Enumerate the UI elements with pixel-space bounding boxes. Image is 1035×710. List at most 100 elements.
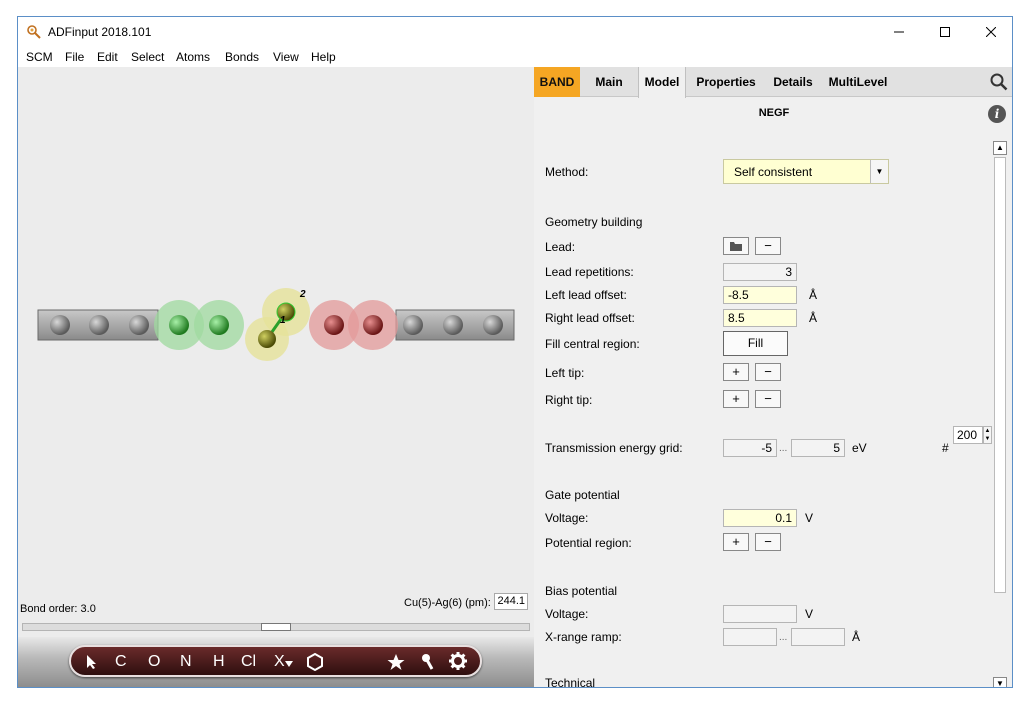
scrollbar-thumb[interactable] [994, 157, 1006, 593]
atom-label-2: 2 [299, 289, 306, 300]
menu-scm[interactable]: SCM [26, 50, 53, 64]
lead-label: Lead: [545, 240, 576, 254]
scroll-up-icon[interactable]: ▲ [993, 141, 1007, 155]
menu-view[interactable]: View [273, 50, 299, 64]
geometry-heading: Geometry building [545, 215, 643, 229]
menu-bonds[interactable]: Bonds [225, 50, 259, 64]
distance-label: Cu(5)-Ag(6) (pm): [404, 597, 491, 609]
lead-atom[interactable] [50, 315, 70, 335]
lead-atom[interactable] [129, 315, 149, 335]
tab-properties[interactable]: Properties [690, 67, 762, 97]
atom-toolbar: C O N H Cl X [69, 645, 482, 677]
folder-icon [730, 242, 742, 251]
select-arrow-icon[interactable] [85, 654, 99, 670]
right-tip-label: Right tip: [545, 393, 593, 407]
star-icon[interactable] [387, 653, 405, 671]
cu-atom[interactable] [209, 315, 229, 335]
right-tip-remove-button[interactable]: − [755, 390, 781, 408]
center-atom[interactable] [258, 330, 276, 348]
hydrogen-button[interactable]: H [213, 653, 225, 671]
left-offset-input[interactable]: -8.5 [723, 286, 797, 304]
gear-icon[interactable] [449, 652, 467, 670]
fill-label: Fill central region: [545, 337, 640, 351]
lead-repetitions-label: Lead repetitions: [545, 265, 634, 279]
ag-atom[interactable] [363, 315, 383, 335]
oxygen-button[interactable]: O [148, 653, 160, 671]
distance-input[interactable]: 244.1 [494, 593, 528, 610]
tab-model[interactable]: Model [638, 67, 686, 98]
chlorine-button[interactable]: Cl [241, 653, 256, 671]
left-tip-remove-button[interactable]: − [755, 363, 781, 381]
xrange-max-input[interactable] [791, 628, 845, 646]
maximize-button[interactable] [922, 17, 968, 47]
bond-order-label: Bond order: 3.0 [20, 603, 96, 615]
lead-atom[interactable] [443, 315, 463, 335]
bias-voltage-label: Voltage: [545, 607, 589, 621]
app-window: ADFinput 2018.101 SCM File Edit Select A… [17, 16, 1013, 688]
bias-voltage-input[interactable] [723, 605, 797, 623]
lead-open-button[interactable] [723, 237, 749, 255]
molecule-canvas[interactable]: 2 1 [18, 67, 534, 587]
potential-region-remove-button[interactable]: − [755, 533, 781, 551]
vertical-scrollbar[interactable]: ▲ ▼ [992, 141, 1008, 687]
horizontal-scrollbar[interactable] [22, 623, 530, 631]
points-hash: # [942, 441, 949, 455]
minimize-button[interactable] [876, 17, 922, 47]
scroll-down-icon[interactable]: ▼ [993, 677, 1007, 687]
chevron-down-icon[interactable] [285, 661, 293, 667]
cu-atom[interactable] [169, 315, 189, 335]
app-icon [27, 25, 41, 39]
info-icon[interactable]: i [988, 105, 1006, 123]
lead-atom[interactable] [89, 315, 109, 335]
bias-heading: Bias potential [545, 584, 618, 598]
points-spinner[interactable]: ▲ ▼ [983, 426, 992, 444]
fill-button[interactable]: Fill [723, 331, 788, 356]
menu-help[interactable]: Help [311, 50, 336, 64]
left-tip-label: Left tip: [545, 366, 585, 380]
gate-voltage-input[interactable]: 0.1 [723, 509, 797, 527]
left-tip-add-button[interactable]: + [723, 363, 749, 381]
transmission-unit: eV [852, 441, 867, 455]
nitrogen-button[interactable]: N [180, 653, 192, 671]
section-title: NEGF [758, 107, 790, 119]
transmission-min-input[interactable]: -5 [723, 439, 777, 457]
tab-main[interactable]: Main [586, 67, 632, 97]
tab-details[interactable]: Details [767, 67, 819, 97]
menu-edit[interactable]: Edit [97, 50, 118, 64]
xrange-min-input[interactable] [723, 628, 777, 646]
other-element-button[interactable]: X [274, 653, 285, 671]
potential-region-add-button[interactable]: + [723, 533, 749, 551]
search-icon[interactable] [990, 73, 1008, 91]
tab-bar: BAND Main Model Properties Details Multi… [534, 67, 1012, 98]
xrange-unit: Å [852, 630, 861, 644]
potential-region-label: Potential region: [545, 536, 632, 550]
scrollbar-thumb[interactable] [261, 623, 291, 631]
title-bar: ADFinput 2018.101 [18, 17, 1012, 47]
range-separator: ... [779, 632, 788, 643]
lead-remove-button[interactable]: − [755, 237, 781, 255]
right-offset-input[interactable]: 8.5 [723, 309, 797, 327]
menu-file[interactable]: File [65, 50, 84, 64]
menu-select[interactable]: Select [131, 50, 164, 64]
wrench-icon[interactable] [421, 653, 435, 671]
close-button[interactable] [968, 17, 1012, 47]
method-dropdown[interactable]: Self consistent ▼ [723, 159, 889, 184]
right-tip-add-button[interactable]: + [723, 390, 749, 408]
lead-repetitions-input[interactable]: 3 [723, 263, 797, 281]
tab-band[interactable]: BAND [534, 67, 580, 97]
ag-atom[interactable] [324, 315, 344, 335]
molecule-viewer[interactable]: 2 1 Bond order: 3.0 Cu(5)-Ag(6) (pm): 24… [18, 67, 534, 637]
menu-atoms[interactable]: Atoms [176, 50, 210, 64]
chevron-down-icon[interactable]: ▼ [870, 160, 888, 183]
menu-bar: SCM File Edit Select Atoms Bonds View He… [18, 47, 1012, 67]
atom-label-1: 1 [280, 315, 286, 326]
tab-multilevel[interactable]: MultiLevel [824, 67, 892, 97]
right-offset-label: Right lead offset: [545, 311, 635, 325]
transmission-points-input[interactable]: 200 [953, 426, 983, 444]
transmission-max-input[interactable]: 5 [791, 439, 845, 457]
lead-atom[interactable] [483, 315, 503, 335]
carbon-button[interactable]: C [115, 653, 127, 671]
gate-voltage-unit: V [805, 511, 814, 525]
lead-atom[interactable] [403, 315, 423, 335]
hexagon-ring-icon[interactable] [307, 653, 323, 671]
